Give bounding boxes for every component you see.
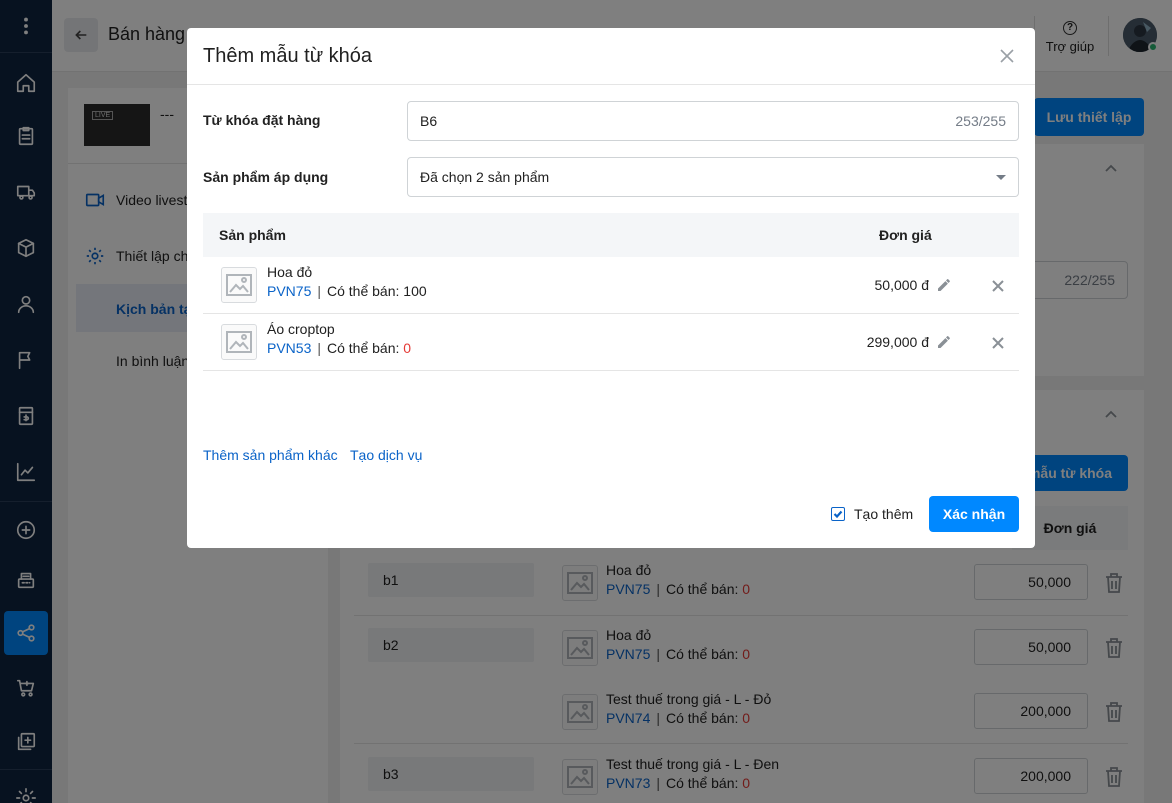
unit-price: 299,000 đ (866, 334, 929, 350)
modal-title: Thêm mẫu từ khóa (203, 45, 373, 67)
edit-pencil-icon[interactable] (936, 277, 952, 293)
create-more-checkbox[interactable] (831, 507, 845, 521)
col-price-header: Đơn giá (879, 227, 932, 243)
product-meta: PVN53 | Có thể bán: 0 (267, 340, 412, 356)
add-keyword-template-modal: Thêm mẫu từ khóa Từ khóa đặt hàng B6 253… (187, 28, 1035, 548)
product-apply-label: Sản phẩm áp dụng (203, 169, 329, 185)
product-name: Hoa đỏ (267, 264, 313, 280)
stock-value: 100 (403, 283, 427, 299)
product-select[interactable]: Đã chọn 2 sản phẩm (407, 157, 1019, 197)
create-service-link[interactable]: Tạo dịch vụ (350, 447, 422, 463)
product-name: Áo croptop (267, 321, 335, 337)
modal-table-header: Sản phẩm Đơn giá (203, 213, 1019, 257)
confirm-button[interactable]: Xác nhận (929, 496, 1019, 532)
product-sku-link[interactable]: PVN75 (267, 283, 311, 299)
create-more-label[interactable]: Tạo thêm (854, 506, 913, 522)
add-other-product-link[interactable]: Thêm sản phẩm khác (203, 447, 338, 463)
table-row: Áo croptop PVN53 | Có thể bán: 0 299,000 đ (203, 314, 1019, 371)
caret-down-icon (996, 174, 1006, 180)
image-placeholder-icon (221, 324, 257, 360)
col-product-header: Sản phẩm (219, 227, 286, 243)
image-placeholder-icon (221, 267, 257, 303)
keyword-input-value: B6 (420, 113, 438, 129)
remove-x-icon[interactable] (992, 279, 1004, 292)
product-select-value: Đã chọn 2 sản phẩm (420, 169, 550, 185)
product-sku-link[interactable]: PVN53 (267, 340, 311, 356)
keyword-label: Từ khóa đặt hàng (203, 112, 321, 128)
close-icon[interactable] (997, 46, 1017, 66)
stock-label: Có thể bán: (327, 340, 400, 356)
keyword-char-counter: 253/255 (955, 113, 1006, 129)
remove-x-icon[interactable] (992, 336, 1004, 349)
checkmark-icon (833, 510, 843, 519)
product-meta: PVN75 | Có thể bán: 100 (267, 283, 427, 299)
keyword-input[interactable]: B6 253/255 (407, 101, 1019, 141)
unit-price: 50,000 đ (874, 277, 930, 293)
stock-value: 0 (403, 340, 412, 356)
table-row: Hoa đỏ PVN75 | Có thể bán: 100 50,000 đ (203, 257, 1019, 314)
stock-label: Có thể bán: (327, 283, 400, 299)
modal-header-divider (187, 84, 1035, 85)
edit-pencil-icon[interactable] (936, 334, 952, 350)
